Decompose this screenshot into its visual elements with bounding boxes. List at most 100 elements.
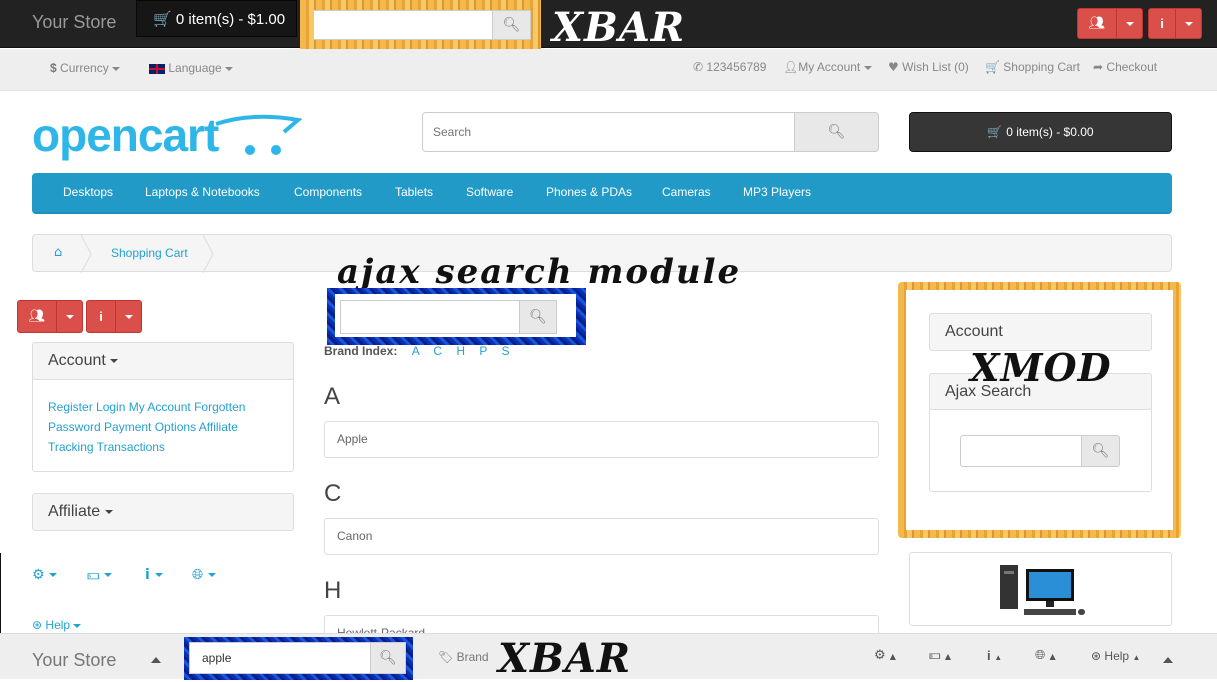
caret-down-icon <box>104 573 113 577</box>
shopping-cart-link[interactable]: 🛒 Shopping Cart <box>985 60 1080 74</box>
help-dropdown-left[interactable]: ⊛ Help <box>32 618 82 632</box>
phone-label: 123456789 <box>706 60 767 74</box>
caret-down-icon <box>49 573 58 577</box>
breadcrumb-separator <box>80 235 92 273</box>
header-cart-button[interactable]: 🛒 0 item(s) - $0.00 <box>909 112 1172 152</box>
top-xbar: Your Store 🛒 0 item(s) - $1.00 🔍︎ XBAR 👥… <box>0 0 1217 51</box>
settings-dropdown[interactable]: ⚙ <box>32 567 58 583</box>
center-search-button[interactable]: 🔍︎ <box>519 300 557 334</box>
caret-down-icon <box>124 314 133 319</box>
search-icon: 🔍︎ <box>379 650 397 666</box>
currency-dropdown[interactable]: $ Currency <box>50 61 121 75</box>
bottom-help-dropup[interactable]: ⊛ Help ▲ <box>1091 649 1140 663</box>
bottom-money-dropup[interactable]: 💵︎ ▲ <box>929 648 951 663</box>
search-icon: 🔍︎ <box>529 309 547 325</box>
phone-link[interactable]: ✆ 123456789 <box>693 60 766 74</box>
left-info-button[interactable]: i <box>86 300 116 333</box>
brand-index-letter[interactable]: P <box>479 344 487 358</box>
product-banner[interactable] <box>909 552 1172 626</box>
collapse-xbar-icon[interactable] <box>1163 657 1173 663</box>
globe-icon: 🌐︎ <box>192 567 204 583</box>
money-dropdown[interactable]: 💵︎ <box>87 567 113 583</box>
left-info-dropdown-toggle[interactable] <box>115 300 142 333</box>
menu-item-cameras[interactable]: Cameras <box>662 185 711 199</box>
bottom-globe-dropup[interactable]: 🌐︎ ▲ <box>1035 648 1056 663</box>
breadcrumb-shopping-cart[interactable]: Shopping Cart <box>111 246 188 260</box>
info-icon: i <box>145 567 150 583</box>
account-links-line[interactable]: Tracking Transactions <box>48 437 245 457</box>
info-dropdown[interactable]: i <box>145 567 163 583</box>
opencart-logo[interactable]: opencart <box>32 109 302 161</box>
users-icon: 👥︎ <box>28 309 46 324</box>
info-dropdown-toggle[interactable] <box>1175 8 1202 39</box>
menu-item-laptops[interactable]: Laptops & Notebooks <box>145 185 260 199</box>
menu-item-desktops[interactable]: Desktops <box>63 185 113 199</box>
account-panel-heading[interactable]: Account <box>32 342 294 380</box>
brand-group-letter: H <box>324 577 342 604</box>
menu-item-phones[interactable]: Phones & PDAs <box>546 185 632 199</box>
menu-item-tablets[interactable]: Tablets <box>395 185 433 199</box>
users-dropdown-toggle[interactable] <box>1116 8 1143 39</box>
brand-index-letter[interactable]: S <box>502 344 510 358</box>
bottom-info-dropup[interactable]: i ▲ <box>987 648 1002 663</box>
menu-item-software[interactable]: Software <box>466 185 513 199</box>
brand-index-letter[interactable]: C <box>433 344 442 358</box>
wish-list-link[interactable]: ♥ Wish List (0) <box>888 60 969 74</box>
account-links[interactable]: Register Login My Account Forgotten Pass… <box>48 397 245 457</box>
gear-icon: ⚙ <box>32 567 45 583</box>
bottom-search-input[interactable] <box>189 642 371 674</box>
cart-icon: 🛒 <box>987 125 1007 139</box>
brand-link[interactable]: 🏷︎ Brand <box>438 650 489 664</box>
header-search-input[interactable] <box>422 112 795 152</box>
gear-icon: ⚙ <box>874 648 886 663</box>
right-search-input[interactable] <box>960 435 1083 467</box>
caret-down-icon <box>112 66 121 71</box>
affiliate-panel-heading[interactable]: Affiliate <box>32 493 294 531</box>
left-users-dropdown-toggle[interactable] <box>56 300 83 333</box>
right-account-title: Account <box>945 323 1003 340</box>
brand-item[interactable]: Apple <box>324 421 879 458</box>
caret-down-icon <box>1184 21 1193 26</box>
center-search-input[interactable] <box>340 300 520 334</box>
brand-index-letter[interactable]: A <box>412 344 419 358</box>
main-menu: Desktops Laptops & Notebooks Components … <box>32 173 1172 214</box>
store-name-link[interactable]: Your Store <box>32 12 116 33</box>
cart-swoosh-icon <box>215 114 302 155</box>
globe-dropdown[interactable]: 🌐︎ <box>192 567 216 583</box>
top-search-button[interactable]: 🔍︎ <box>492 10 531 40</box>
users-button[interactable]: 👥︎ <box>1077 8 1117 39</box>
bottom-settings-dropup[interactable]: ⚙ ▲ <box>874 648 896 663</box>
checkout-link[interactable]: ➦ Checkout <box>1093 60 1157 74</box>
brand-index-letter[interactable]: H <box>456 344 465 358</box>
users-icon: 👥︎ <box>1088 16 1106 31</box>
logo-text: opencart <box>32 109 219 161</box>
info-button[interactable]: i <box>1148 8 1176 39</box>
home-icon[interactable]: ⌂ <box>54 245 62 260</box>
user-icon: 👤︎ <box>783 60 799 74</box>
left-users-button[interactable]: 👥︎ <box>17 300 57 333</box>
right-search-button[interactable]: 🔍︎ <box>1081 435 1120 467</box>
header-search-button[interactable]: 🔍︎ <box>794 112 879 152</box>
brand-item[interactable]: Canon <box>324 518 879 555</box>
caret-up-icon: ▲ <box>994 653 1003 662</box>
lifebuoy-icon: ⊛ <box>32 618 43 632</box>
my-account-dropdown[interactable]: 👤︎My Account <box>783 60 872 74</box>
menu-item-components[interactable]: Components <box>294 185 362 199</box>
caret-down-icon <box>110 358 119 363</box>
account-links-line[interactable]: Register Login My Account Forgotten <box>48 397 245 417</box>
menu-item-mp3[interactable]: MP3 Players <box>743 185 811 199</box>
xmod-label: XMOD <box>970 345 1112 390</box>
info-icon: i <box>987 648 991 663</box>
brand-index: Brand Index: A C H P S <box>324 344 510 358</box>
bottom-search-button[interactable]: 🔍︎ <box>370 642 406 674</box>
language-dropdown[interactable]: Language <box>149 61 234 75</box>
left-edge-divider <box>0 553 1 635</box>
caret-up-icon[interactable] <box>151 657 161 663</box>
account-links-line[interactable]: Password Payment Options Affiliate <box>48 417 245 437</box>
top-xbar-label: XBAR <box>552 4 686 51</box>
top-cart-button[interactable]: 🛒 0 item(s) - $1.00 <box>136 0 297 37</box>
top-search-input[interactable] <box>313 10 493 40</box>
caret-down-icon <box>104 509 113 514</box>
bottom-store-name[interactable]: Your Store <box>32 650 116 671</box>
desktop-computer-icon <box>1000 565 1085 615</box>
